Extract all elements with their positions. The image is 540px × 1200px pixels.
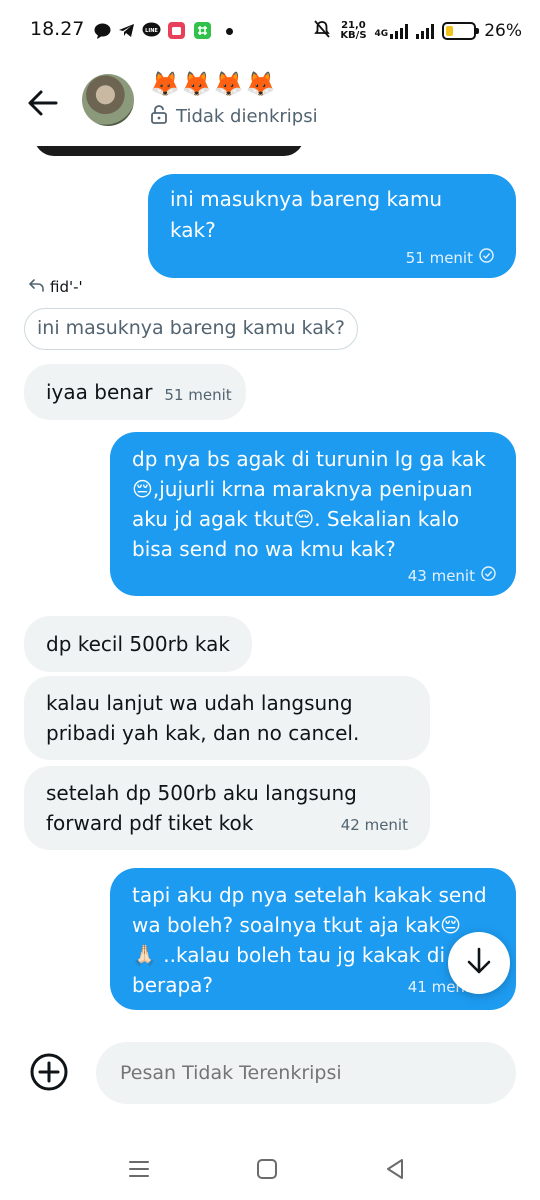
- message-bubble-outgoing[interactable]: tapi aku dp nya setelah kakak send wa bo…: [110, 868, 516, 1010]
- message-text-line: wa boleh? soalnya tkut aja kak😔: [132, 913, 462, 937]
- message-text-line: tapi aku dp nya setelah kakak send: [132, 883, 487, 907]
- scroll-to-bottom-button[interactable]: [448, 932, 510, 994]
- message-text-line: bisa send no wa kmu kak?: [132, 537, 396, 561]
- battery-icon: [442, 22, 480, 40]
- reply-to-name: fid'-': [50, 278, 83, 296]
- more-notifications-dot: [226, 28, 233, 35]
- message-text-line: aku jd agak tkut😔. Sekalian kalo: [132, 507, 460, 531]
- reply-icon: [28, 278, 44, 296]
- message-bubble-incoming[interactable]: setelah dp 500rb aku langsung forward pd…: [24, 766, 430, 850]
- avatar[interactable]: [82, 74, 134, 126]
- message-text-line: kalau lanjut wa udah langsung: [46, 691, 353, 715]
- nav-home-icon[interactable]: [254, 1156, 280, 1182]
- arrow-down-icon: [466, 947, 492, 979]
- message-time: 42 menit: [340, 816, 408, 834]
- quoted-message[interactable]: ini masuknya bareng kamu kak?: [24, 308, 358, 350]
- status-bar: 18.27 LINE 21,0 KB/S 4G 26%: [0, 0, 540, 64]
- message-time: 51 menit: [405, 249, 473, 267]
- sent-check-icon: [481, 566, 496, 586]
- encryption-status: Tidak dienkripsi: [150, 104, 318, 129]
- message-text-line: dp nya bs agak di turunin lg ga kak: [132, 447, 486, 471]
- grid-app-icon: [194, 22, 211, 39]
- message-text-line: forward pdf tiket kok: [46, 811, 254, 835]
- message-bubble-incoming[interactable]: dp kecil 500rb kak: [24, 616, 252, 672]
- message-list[interactable]: ini masuknya bareng kamu kak? 51 menit f…: [0, 146, 540, 1026]
- message-time: 51 menit: [164, 385, 232, 404]
- status-time: 18.27: [30, 18, 85, 40]
- lock-open-icon: [150, 104, 168, 129]
- message-bubble-outgoing[interactable]: dp nya bs agak di turunin lg ga kak 😔,ju…: [110, 432, 516, 596]
- signal-bars-2-icon: [416, 23, 435, 39]
- battery-fill: [446, 26, 454, 36]
- message-text-line: 🙏🏻 ..kalau boleh tau jg kakak di d: [132, 943, 465, 967]
- message-text-line: berapa?: [132, 973, 214, 997]
- chat-notification-icon: [94, 22, 111, 39]
- message-text-line: pribadi yah kak, dan no cancel.: [46, 721, 360, 745]
- telegram-icon: [118, 22, 135, 39]
- conversation-header: 🦊🦊🦊🦊 Tidak dienkripsi: [0, 64, 540, 146]
- mute-icon: [312, 19, 332, 44]
- message-input[interactable]: [96, 1042, 516, 1104]
- message-text: ini masuknya bareng kamu kak?: [170, 187, 443, 242]
- network-speed: 21,0 KB/S: [340, 21, 366, 41]
- reply-reference: fid'-': [28, 278, 83, 296]
- back-arrow-icon[interactable]: [26, 88, 60, 118]
- nav-recents-icon[interactable]: [126, 1156, 152, 1182]
- message-text-line: 😔,jujurli krna maraknya penipuan: [132, 477, 473, 501]
- message-bubble-outgoing[interactable]: ini masuknya bareng kamu kak? 51 menit: [148, 174, 516, 278]
- svg-text:LINE: LINE: [145, 28, 158, 34]
- encryption-status-label: Tidak dienkripsi: [176, 106, 318, 127]
- message-bubble-incoming[interactable]: kalau lanjut wa udah langsung pribadi ya…: [24, 676, 430, 760]
- message-composer: [0, 1026, 540, 1126]
- message-text: iyaa benar: [46, 379, 153, 404]
- system-navigation-bar: [0, 1140, 540, 1200]
- network-type: 4G: [374, 29, 389, 39]
- store-app-icon: [168, 22, 185, 39]
- signal-4g: 4G: [375, 23, 409, 39]
- nav-back-icon[interactable]: [382, 1156, 408, 1182]
- sent-check-icon: [479, 248, 494, 268]
- line-app-icon: LINE: [142, 22, 161, 39]
- add-circle-icon[interactable]: [29, 1052, 69, 1092]
- battery-percent: 26%: [484, 21, 522, 41]
- message-bubble-incoming[interactable]: iyaa benar 51 menit: [24, 364, 246, 420]
- network-speed-unit: KB/S: [340, 30, 367, 41]
- media-attachment-preview[interactable]: [34, 146, 304, 156]
- message-text-line: setelah dp 500rb aku langsung: [46, 781, 357, 805]
- contact-name[interactable]: 🦊🦊🦊🦊: [150, 70, 278, 98]
- message-text: dp kecil 500rb kak: [46, 632, 230, 656]
- signal-bars-icon: [390, 23, 409, 39]
- message-time: 43 menit: [407, 567, 475, 585]
